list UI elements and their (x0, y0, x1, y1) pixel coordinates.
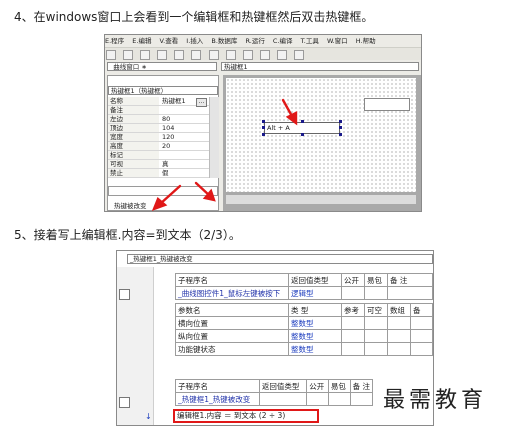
subroutine-name-cell[interactable]: _热键框1_热键被改变 (175, 392, 260, 406)
table-cell[interactable] (341, 329, 365, 343)
parameter-table: 参数名 类 型 参考 可空 数组 备 横向位置 整数型 纵向位置 整数型 功能键… (175, 303, 433, 356)
table-cell[interactable] (387, 316, 411, 330)
header-cell: 易包 (364, 273, 388, 287)
table-cell[interactable] (341, 286, 365, 300)
header-cell: 子程序名 (175, 379, 260, 393)
header-cell: 参数名 (175, 303, 289, 317)
header-cell: 子程序名 (175, 273, 289, 287)
table-row[interactable]: 纵向位置 整数型 (175, 329, 433, 343)
param-name-cell[interactable]: 功能键状态 (175, 342, 289, 356)
param-type-cell[interactable]: 整数型 (288, 329, 342, 343)
table-cell[interactable] (258, 392, 308, 406)
param-name-cell[interactable]: 横向位置 (175, 316, 289, 330)
header-cell: 类 型 (288, 303, 342, 317)
table-row[interactable]: _热键框1_热键被改变 (175, 392, 374, 406)
header-cell: 备 (410, 303, 433, 317)
header-cell: 公开 (306, 379, 329, 393)
header-cell: 公开 (341, 273, 365, 287)
arrow-to-event (158, 184, 182, 206)
code-line[interactable]: 编辑框1.内容 ＝ 到文本 (2 ÷ 3) (173, 409, 319, 423)
param-type-cell[interactable]: 整数型 (288, 342, 342, 356)
header-cell: 返回值类型 (288, 273, 342, 287)
param-type-cell[interactable]: 整数型 (288, 316, 342, 330)
fold-button[interactable] (119, 289, 130, 300)
table-cell[interactable] (364, 329, 388, 343)
table-cell[interactable] (410, 342, 433, 356)
code-line-arrow-icon: ↓ (145, 412, 152, 421)
subroutine-name-cell[interactable]: _曲线图控件1_鼠标左键被按下 (175, 286, 289, 300)
table-cell[interactable] (364, 342, 388, 356)
fold-button[interactable] (119, 397, 130, 408)
table-cell[interactable] (364, 316, 388, 330)
table-header-row: 子程序名 返回值类型 公开 易包 备 注 (175, 379, 374, 393)
table-cell[interactable] (364, 286, 388, 300)
header-cell: 参考 (341, 303, 365, 317)
step5-text: 5、接着写上编辑框.内容=到文本（2/3）。 (14, 228, 241, 242)
table-cell[interactable] (341, 342, 365, 356)
header-cell: 返回值类型 (258, 379, 308, 393)
table-cell[interactable] (327, 392, 351, 406)
table-cell[interactable] (387, 329, 411, 343)
return-type-cell[interactable]: 逻辑型 (288, 286, 342, 300)
subroutine-table-1: 子程序名 返回值类型 公开 易包 备 注 _曲线图控件1_鼠标左键被按下 逻辑型 (175, 273, 433, 300)
table-cell[interactable] (410, 329, 433, 343)
watermark-text: 最需教育 (383, 388, 488, 413)
header-cell: 可空 (364, 303, 388, 317)
table-cell[interactable] (410, 316, 433, 330)
table-header-row: 子程序名 返回值类型 公开 易包 备 注 (175, 273, 433, 287)
table-header-row: 参数名 类 型 参考 可空 数组 备 (175, 303, 433, 317)
param-name-cell[interactable]: 纵向位置 (175, 329, 289, 343)
header-cell: 备 注 (387, 273, 433, 287)
table-row[interactable]: 功能键状态 整数型 (175, 342, 433, 356)
header-cell: 易包 (327, 379, 351, 393)
table-cell[interactable] (387, 342, 411, 356)
table-cell[interactable] (341, 316, 365, 330)
arrow-head (285, 111, 298, 126)
table-cell[interactable] (306, 392, 329, 406)
table-cell[interactable] (349, 392, 374, 406)
header-cell: 数组 (387, 303, 411, 317)
table-row[interactable]: 横向位置 整数型 (175, 316, 433, 330)
code-line-text: 编辑框1.内容 ＝ 到文本 (2 ÷ 3) (177, 411, 286, 420)
annotation-arrows-1 (151, 98, 298, 212)
table-row[interactable]: _曲线图控件1_鼠标左键被按下 逻辑型 (175, 286, 433, 300)
header-cell: 备 注 (349, 379, 374, 393)
subroutine-table-2: 子程序名 返回值类型 公开 易包 备 注 _热键框1_热键被改变 (175, 379, 374, 406)
table-cell[interactable] (387, 286, 433, 300)
subroutine-combo[interactable]: _热键框1_热键被改变 (127, 254, 433, 264)
